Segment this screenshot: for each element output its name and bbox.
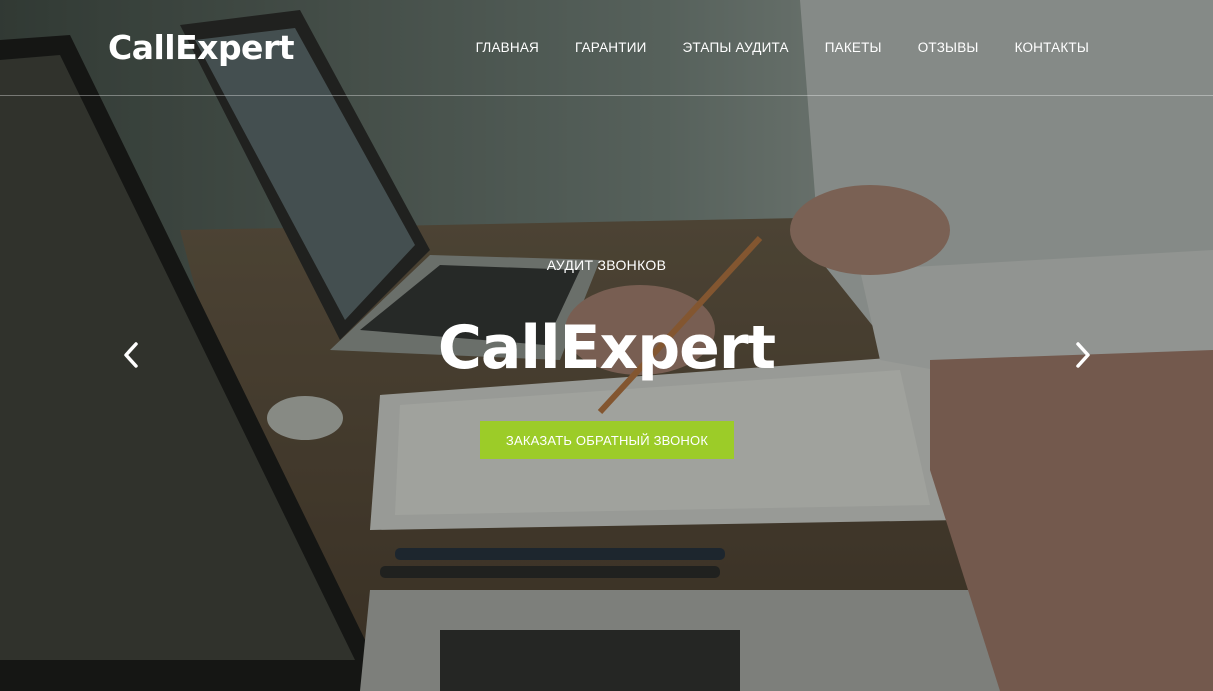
slider-next-button[interactable] — [1068, 338, 1098, 372]
site-logo[interactable]: CallExpert — [108, 28, 295, 67]
nav-item-home[interactable]: ГЛАВНАЯ — [476, 40, 539, 55]
slider-prev-button[interactable] — [116, 338, 146, 372]
callback-button[interactable]: ЗАКАЗАТЬ ОБРАТНЫЙ ЗВОНОК — [480, 421, 734, 459]
nav-item-reviews[interactable]: ОТЗЫВЫ — [918, 40, 979, 55]
hero-slider: CallExpert ГЛАВНАЯ ГАРАНТИИ ЭТАПЫ АУДИТА… — [0, 0, 1213, 691]
nav-item-contacts[interactable]: КОНТАКТЫ — [1015, 40, 1089, 55]
hero-title: CallExpert — [437, 313, 776, 383]
hero-kicker: АУДИТ ЗВОНКОВ — [546, 257, 667, 273]
chevron-right-icon — [1076, 342, 1090, 368]
nav-item-audit-stages[interactable]: ЭТАПЫ АУДИТА — [683, 40, 789, 55]
nav-item-guarantees[interactable]: ГАРАНТИИ — [575, 40, 647, 55]
main-nav: ГЛАВНАЯ ГАРАНТИИ ЭТАПЫ АУДИТА ПАКЕТЫ ОТЗ… — [476, 40, 1089, 55]
chevron-left-icon — [124, 342, 138, 368]
nav-item-packages[interactable]: ПАКЕТЫ — [825, 40, 882, 55]
site-header: CallExpert ГЛАВНАЯ ГАРАНТИИ ЭТАПЫ АУДИТА… — [0, 0, 1213, 96]
